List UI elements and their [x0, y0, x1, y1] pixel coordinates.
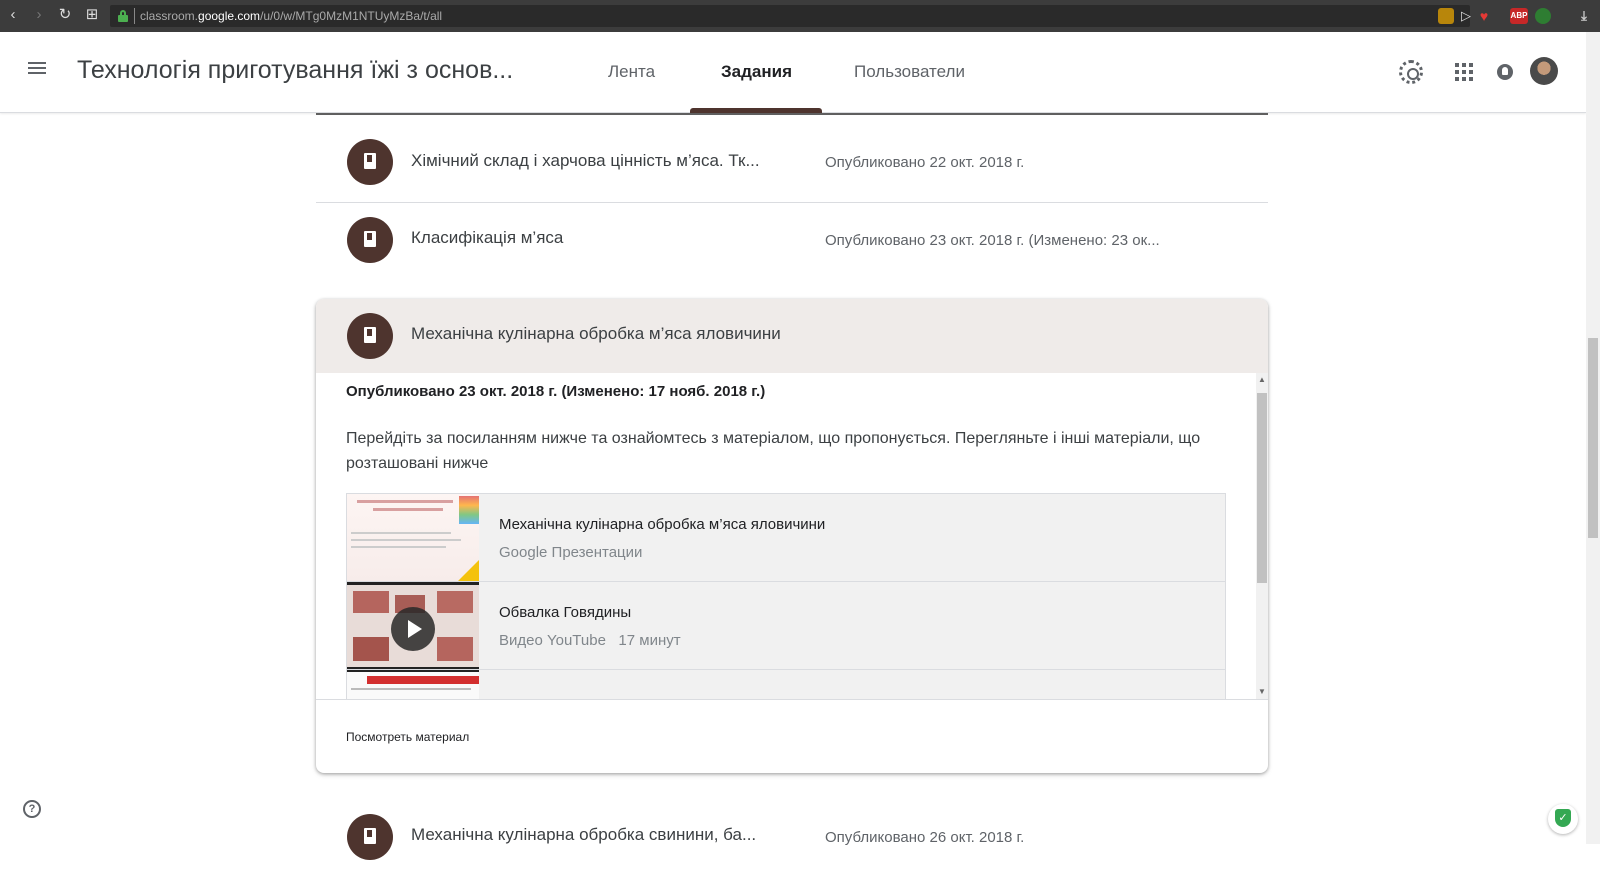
item-date: Опубликовано 22 окт. 2018 г. [825, 154, 1025, 171]
description: Перейдіть за посиланням нижче та ознайом… [346, 430, 1201, 472]
item-title: Механічна кулінарна обробка м’яса ялович… [411, 324, 781, 343]
view-material-link[interactable]: Посмотреть материал [346, 730, 469, 744]
expanded-material-card: Механічна кулінарна обробка м’яса ялович… [316, 299, 1268, 773]
item-title: Механічна кулінарна обробка свинини, ба.… [411, 825, 757, 844]
published-date: Опубликовано 23 окт. 2018 г. (Изменено: … [346, 383, 766, 400]
url-text[interactable]: classroom.google.com/u/0/w/MTg0MzM1NTUyM… [140, 9, 442, 23]
divider [316, 113, 1268, 115]
back-icon[interactable]: ‹ [4, 6, 22, 24]
help-icon[interactable]: ? [23, 800, 41, 818]
item-date: Опубликовано 26 окт. 2018 г. [825, 829, 1025, 846]
material-book-icon [347, 313, 393, 359]
attachment-subtitle: Google Презентации [499, 544, 643, 561]
video-thumbnail [347, 582, 479, 670]
material-book-icon [347, 814, 393, 860]
course-title[interactable]: Технологія приготування їжі з основ... [77, 56, 513, 85]
apps-icon[interactable]: ⊞ [83, 6, 101, 24]
address-bar[interactable]: classroom.google.com/u/0/w/MTg0MzM1NTUyM… [110, 5, 1470, 27]
tab-feed[interactable]: Лента [608, 62, 655, 82]
download-icon[interactable]: ⤓ [1576, 8, 1592, 24]
attachment-subtitle: Видео YouTube 17 минут [499, 632, 681, 649]
attachment-title: Обвалка Говядины [499, 604, 632, 621]
tab-people[interactable]: Пользователи [854, 62, 965, 82]
google-apps-icon[interactable] [1452, 60, 1476, 84]
material-book-icon [347, 139, 393, 185]
attachment-youtube[interactable]: Обвалка Говядины Видео YouTube 17 минут [346, 581, 1226, 670]
browser-toolbar: ‹ › ↻ ⊞ classroom.google.com/u/0/w/MTg0M… [0, 0, 1600, 32]
lock-icon [118, 10, 128, 22]
card-header[interactable]: Механічна кулінарна обробка м’яса ялович… [316, 299, 1268, 373]
item-date: Опубликовано 23 окт. 2018 г. (Изменено: … [825, 232, 1160, 249]
list-item[interactable]: Хімічний склад і харчова цінність м’яса.… [316, 125, 1268, 203]
material-book-icon [347, 217, 393, 263]
slides-thumbnail [347, 494, 479, 582]
gear-icon[interactable] [1399, 60, 1423, 84]
card-scrollbar[interactable]: ▲ ▼ [1256, 373, 1268, 699]
attachment-title: Механічна кулінарна обробка м’яса ялович… [499, 516, 826, 533]
abp-extension-icon[interactable]: ABP [1510, 8, 1528, 24]
list-item[interactable]: Класифікація м’яса Опубликовано 23 окт. … [316, 203, 1268, 281]
send-extension-icon[interactable]: ▷ [1458, 8, 1474, 24]
card-body: Опубликовано 23 окт. 2018 г. (Изменено: … [316, 373, 1268, 699]
reload-icon[interactable]: ↻ [56, 6, 74, 24]
attachment-slides[interactable]: Механічна кулінарна обробка м’яса ялович… [346, 493, 1226, 582]
chat-extension-icon[interactable] [1535, 8, 1551, 24]
card-footer: Посмотреть материал [316, 699, 1268, 773]
hamburger-menu-icon[interactable] [28, 62, 46, 74]
shield-check-icon[interactable] [1548, 804, 1578, 834]
cube-extension-icon[interactable] [1438, 8, 1454, 24]
item-title: Класифікація м’яса [411, 228, 564, 247]
app-header: Технологія приготування їжі з основ... Л… [0, 32, 1586, 113]
page-scrollbar[interactable] [1586, 32, 1600, 844]
play-icon[interactable] [391, 607, 435, 651]
attachment-link[interactable] [346, 669, 1226, 699]
heart-extension-icon[interactable]: ♥ [1476, 8, 1492, 24]
list-item[interactable]: Механічна кулінарна обробка свинини, ба.… [316, 800, 1268, 878]
avatar[interactable] [1530, 57, 1558, 85]
link-thumbnail [347, 670, 479, 699]
notification-icon[interactable] [1497, 64, 1513, 80]
tab-assignments[interactable]: Задания [721, 62, 792, 82]
forward-icon[interactable]: › [30, 6, 48, 24]
item-title: Хімічний склад і харчова цінність м’яса.… [411, 151, 760, 170]
